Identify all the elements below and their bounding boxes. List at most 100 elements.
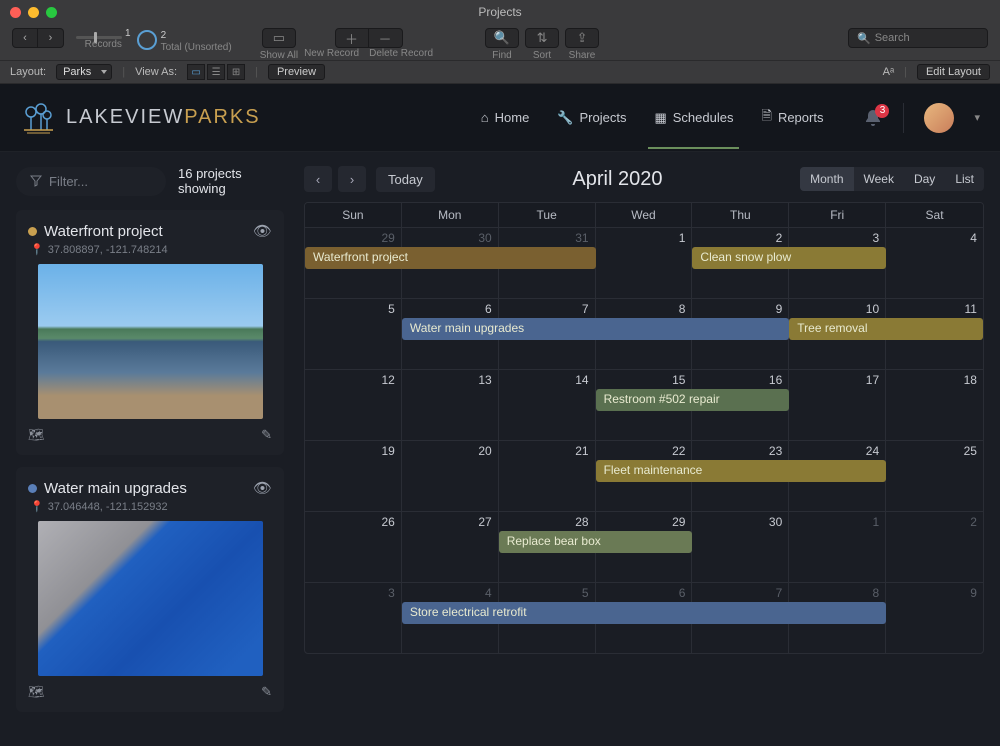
record-slider[interactable] <box>76 36 122 39</box>
nav-home[interactable]: ⌂Home <box>481 107 530 149</box>
view-list-icon[interactable]: ☰ <box>207 64 225 80</box>
calendar-cell[interactable]: 27 <box>402 512 499 582</box>
calendar-cell[interactable]: 21 <box>499 441 596 511</box>
calendar-cell[interactable]: 9 <box>886 583 983 653</box>
layout-select[interactable]: Parks <box>56 64 112 80</box>
pin-icon: 📍 <box>30 243 44 256</box>
app-header: LAKEVIEWPARKS ⌂Home 🔧Projects ▦Schedules… <box>0 84 1000 152</box>
new-record-button[interactable]: ＋ <box>335 28 369 48</box>
calendar-cell[interactable]: 12 <box>305 370 402 440</box>
chevron-down-icon[interactable]: ▾ <box>974 111 980 124</box>
nav-back-button[interactable]: ‹ <box>12 28 38 48</box>
calendar-cell[interactable]: 1 <box>789 512 886 582</box>
nav-forward-button[interactable]: › <box>38 28 64 48</box>
show-all-button[interactable]: ▭ <box>262 28 296 48</box>
cal-prev-button[interactable]: ‹ <box>304 166 332 192</box>
cal-next-button[interactable]: › <box>338 166 366 192</box>
filter-input[interactable]: Filter... <box>16 167 166 196</box>
project-image <box>38 521 263 676</box>
view-form-icon[interactable]: ▭ <box>187 64 205 80</box>
day-header: Sat <box>886 203 983 227</box>
preview-button[interactable]: Preview <box>268 64 325 80</box>
nav-reports[interactable]: 🗎Reports <box>761 107 823 149</box>
layout-label: Layout: <box>10 66 46 78</box>
layout-bar: Layout: Parks | View As: ▭ ☰ ⊞ | Preview… <box>0 60 1000 84</box>
view-month[interactable]: Month <box>800 167 853 191</box>
calendar-event[interactable]: Water main upgrades <box>402 318 789 340</box>
notifications-button[interactable]: 3 <box>863 108 883 128</box>
search-input[interactable]: 🔍 Search <box>848 28 988 48</box>
calendar-cell[interactable]: 18 <box>886 370 983 440</box>
minimize-window-button[interactable] <box>28 7 39 18</box>
calendar-cell[interactable]: 20 <box>402 441 499 511</box>
eye-icon[interactable]: 👁 <box>253 222 272 240</box>
filter-icon <box>30 175 42 187</box>
notification-badge: 3 <box>875 104 889 118</box>
view-week[interactable]: Week <box>854 167 904 191</box>
logo-icon <box>20 100 56 136</box>
calendar-cell[interactable]: 14 <box>499 370 596 440</box>
day-header: Sun <box>305 203 402 227</box>
sidebar: Filter... 16 projects showing Waterfront… <box>0 152 300 746</box>
record-number: 1 <box>125 28 131 39</box>
found-count-pie-icon <box>137 30 157 50</box>
calendar-cell[interactable]: 13 <box>402 370 499 440</box>
edit-icon[interactable]: ✎ <box>261 427 272 443</box>
view-switcher: Month Week Day List <box>800 167 984 191</box>
sort-button[interactable]: ⇅ <box>525 28 559 48</box>
view-list[interactable]: List <box>945 167 984 191</box>
view-day[interactable]: Day <box>904 167 945 191</box>
calendar-event[interactable]: Clean snow plow <box>692 247 886 269</box>
calendar-cell[interactable]: 3 <box>305 583 402 653</box>
pin-icon: 📍 <box>30 500 44 513</box>
close-window-button[interactable] <box>10 7 21 18</box>
delete-record-button[interactable]: － <box>369 28 403 48</box>
card-title: Water main upgrades <box>44 480 246 497</box>
calendar-cell[interactable]: 25 <box>886 441 983 511</box>
calendar-event[interactable]: Waterfront project <box>305 247 596 269</box>
title-bar: Projects <box>0 0 1000 24</box>
found-label: Total (Unsorted) <box>161 42 232 54</box>
calendar-cell[interactable]: 2 <box>886 512 983 582</box>
project-image <box>38 264 263 419</box>
edit-layout-button[interactable]: Edit Layout <box>917 64 990 80</box>
card-title: Waterfront project <box>44 223 246 240</box>
calendar-cell[interactable]: 4 <box>886 228 983 298</box>
share-button[interactable]: ⇪ <box>565 28 599 48</box>
user-avatar[interactable] <box>924 103 954 133</box>
maximize-window-button[interactable] <box>46 7 57 18</box>
calendar-cell[interactable]: 30 <box>692 512 789 582</box>
calendar-event[interactable]: Fleet maintenance <box>596 460 887 482</box>
project-count: 16 projects showing <box>178 166 284 196</box>
find-button[interactable]: 🔍 <box>485 28 519 48</box>
map-icon[interactable]: 🗺 <box>28 684 45 700</box>
found-count: 2 <box>161 30 232 42</box>
wrench-icon: 🔧 <box>557 110 573 126</box>
edit-icon[interactable]: ✎ <box>261 684 272 700</box>
project-card-waterfront[interactable]: Waterfront project 👁 📍37.808897, -121.74… <box>16 210 284 455</box>
home-icon: ⌂ <box>481 110 489 125</box>
calendar-cell[interactable]: 17 <box>789 370 886 440</box>
project-card-watermain[interactable]: Water main upgrades 👁 📍37.046448, -121.1… <box>16 467 284 712</box>
today-button[interactable]: Today <box>376 167 435 192</box>
calendar-cell[interactable]: 19 <box>305 441 402 511</box>
calendar-event[interactable]: Restroom #502 repair <box>596 389 790 411</box>
calendar-event[interactable]: Store electrical retrofit <box>402 602 886 624</box>
nav-schedules[interactable]: ▦Schedules <box>654 107 733 149</box>
calendar-event[interactable]: Replace bear box <box>499 531 693 553</box>
view-table-icon[interactable]: ⊞ <box>227 64 245 80</box>
calendar-grid: Sun Mon Tue Wed Thu Fri Sat 293031123456… <box>304 202 984 654</box>
map-icon[interactable]: 🗺 <box>28 427 45 443</box>
calendar-event[interactable]: Tree removal <box>789 318 983 340</box>
calendar-cell[interactable]: 1 <box>596 228 693 298</box>
nav-projects[interactable]: 🔧Projects <box>557 107 626 149</box>
day-header: Wed <box>596 203 693 227</box>
search-icon: 🔍 <box>857 32 871 45</box>
records-label: Records <box>85 39 122 50</box>
calendar-cell[interactable]: 5 <box>305 299 402 369</box>
calendar-cell[interactable]: 26 <box>305 512 402 582</box>
calendar-icon: ▦ <box>654 110 666 126</box>
eye-icon[interactable]: 👁 <box>253 479 272 497</box>
day-header: Thu <box>692 203 789 227</box>
text-size-button[interactable]: Aᵃ <box>883 66 894 78</box>
